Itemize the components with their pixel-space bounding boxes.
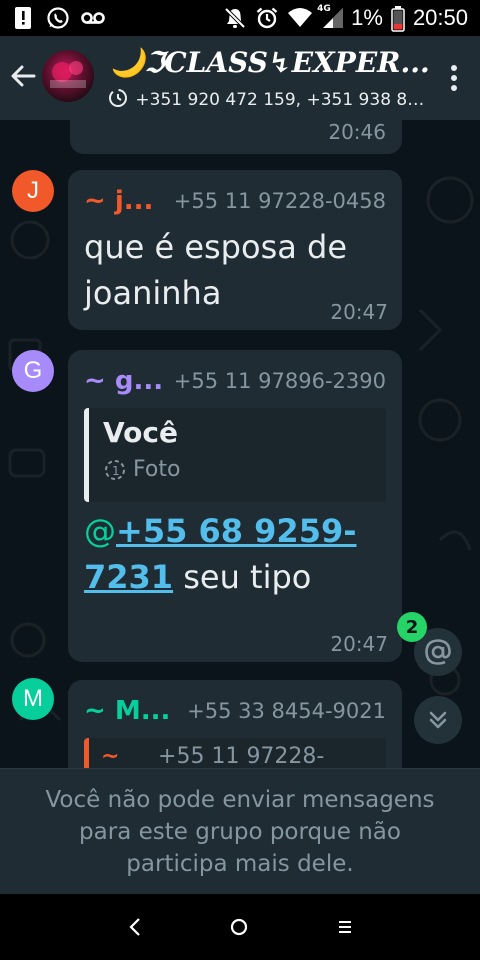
sender-avatar[interactable]: G	[12, 350, 54, 392]
participants-text: +351 920 472 159, +351 938 830 443, ...	[135, 90, 428, 110]
nav-home-button[interactable]	[222, 910, 256, 944]
mention-at: @	[84, 512, 116, 550]
message-text-after: seu tipo	[173, 558, 312, 596]
message-list[interactable]: 20:46 J ~ j... +55 11 97228-0458 que é e…	[0, 120, 480, 768]
quote-media-type: Foto	[133, 457, 181, 482]
sender-name[interactable]: ~ j...	[84, 186, 153, 216]
message-bubble[interactable]: ~ M... +55 33 8454-9021 ~ j... +55 11 97…	[68, 680, 402, 768]
message-time: 20:47	[330, 300, 388, 324]
alert-icon	[12, 6, 36, 30]
group-avatar[interactable]	[42, 50, 98, 106]
quote-sender: ~ j...	[101, 744, 120, 768]
at-icon	[425, 639, 451, 665]
status-bar: 4G 1% 20:50	[0, 0, 480, 36]
sender-phone: +55 11 97228-0458	[173, 189, 386, 213]
avatar	[42, 50, 94, 102]
sender-avatar[interactable]: J	[12, 170, 54, 212]
system-nav-bar	[0, 894, 480, 960]
quoted-message[interactable]: ~ j... +55 11 97228-0458	[84, 738, 386, 768]
read-only-notice: Você não pode enviar mensagens para este…	[0, 768, 480, 894]
quote-phone: +55 11 97228-0458	[158, 744, 325, 768]
chat-header: 🌙ℑCLASS↯EXPER... +351 920 472 159, +351 …	[0, 36, 480, 120]
nav-recents-button[interactable]	[328, 910, 362, 944]
message-bubble[interactable]: ~ j... +55 11 97228-0458 que é esposa de…	[68, 170, 402, 330]
scroll-down-button[interactable]	[414, 696, 462, 744]
signal-icon: 4G	[317, 4, 344, 30]
avatar-letter: G	[23, 357, 43, 384]
quoted-message[interactable]: Você 1 Foto	[84, 408, 386, 502]
arrow-left-icon	[11, 65, 36, 87]
avatar-letter: M	[23, 685, 43, 712]
menu-button[interactable]	[450, 64, 458, 92]
network-type: 4G	[317, 4, 331, 14]
voicemail-icon	[80, 6, 105, 30]
message-bubble[interactable]: ~ g... +55 11 97896-2390 Você 1 Foto @+5…	[68, 350, 402, 662]
kebab-icon	[451, 65, 457, 91]
recents-icon	[339, 921, 351, 933]
group-participants[interactable]: +351 920 472 159, +351 938 830 443, ...	[108, 88, 428, 110]
whatsapp-icon	[46, 6, 70, 30]
mentions-count-badge: 2	[397, 612, 427, 642]
chevron-left-icon	[129, 918, 140, 936]
notice-text: Você não pode enviar mensagens para este…	[45, 786, 435, 877]
home-circle-icon	[230, 918, 248, 936]
avatar-letter: J	[27, 177, 39, 204]
back-button[interactable]	[8, 60, 40, 92]
nav-back-button[interactable]	[118, 910, 152, 944]
sender-phone: +55 33 8454-9021	[187, 699, 386, 723]
message-time: 20:46	[328, 120, 386, 144]
sender-name[interactable]: ~ M...	[84, 696, 170, 726]
chevrons-down-icon	[429, 711, 447, 729]
wifi-icon	[287, 6, 313, 30]
quote-author: Você	[103, 416, 178, 449]
group-title[interactable]: 🌙ℑCLASS↯EXPER...	[110, 46, 430, 79]
sender-avatar[interactable]: M	[12, 678, 54, 720]
sender-phone: +55 11 97896-2390	[173, 369, 386, 393]
svg-text:1: 1	[112, 464, 120, 478]
message-bubble[interactable]: 20:46	[70, 120, 402, 154]
disappearing-timer-icon	[109, 89, 127, 107]
sender-name[interactable]: ~ g...	[84, 366, 163, 396]
view-once-icon: 1	[105, 459, 125, 480]
battery-low-icon	[391, 6, 405, 32]
message-time: 20:47	[330, 632, 388, 656]
battery-percentage: 1%	[351, 5, 383, 30]
clock: 20:50	[412, 5, 468, 30]
alarm-icon	[255, 6, 279, 30]
mute-icon	[223, 6, 247, 30]
message-text: @+55 68 9259-7231 seu tipo	[84, 508, 386, 600]
